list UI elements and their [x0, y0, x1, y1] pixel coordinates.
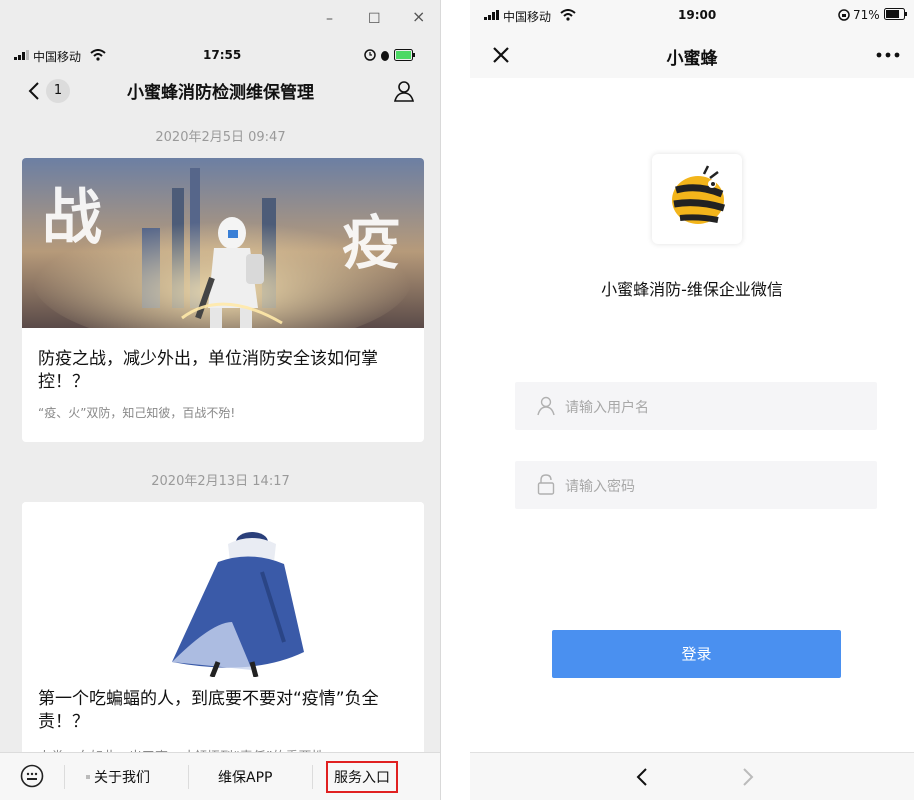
cover-char-yi: 疫 — [342, 209, 400, 277]
submenu-dot-icon — [86, 775, 90, 779]
bee-icon — [672, 165, 726, 224]
article-card[interactable]: 战 疫 防疫之战，减少外出，单位消防安全该如何掌控！？ “疫、火”双防，知己知彼… — [22, 158, 424, 442]
battery-icon — [884, 8, 907, 20]
lock-icon — [537, 474, 555, 495]
article-title[interactable]: 防疫之战，减少外出，单位消防安全该如何掌控！？ — [38, 348, 410, 394]
status-time: 19:00 — [678, 8, 717, 22]
battery-icon — [394, 49, 415, 61]
app-logo — [652, 154, 742, 244]
login-window: 中国移动 19:00 71% 小蜜蜂 小蜜蜂消防-维保企业微信 请输入用户名 请… — [470, 0, 914, 800]
window-titlebar: – ☐ × — [0, 0, 440, 38]
login-button[interactable]: 登录 — [552, 630, 841, 678]
username-field[interactable]: 请输入用户名 — [515, 382, 877, 430]
menu-item-service-entry[interactable]: 服务入口 — [326, 761, 398, 793]
article-card[interactable]: 第一个吃蝙蝠的人，到底要不要对“疫情”负全责！？ 人类一向如此，出了事，才领悟到… — [22, 502, 424, 762]
timestamp: 2020年2月5日 09:47 — [155, 130, 286, 145]
maximize-button[interactable]: ☐ — [368, 12, 381, 26]
bug-icon — [381, 51, 389, 61]
carrier-label: 中国移动 — [33, 50, 82, 64]
minimize-button[interactable]: – — [326, 12, 333, 26]
username-placeholder: 请输入用户名 — [565, 400, 649, 416]
account-menu-bar: 关于我们 维保APP 服务入口 — [0, 752, 440, 800]
cover-char-zhan: 战 — [42, 183, 102, 253]
menu-item-about-us[interactable]: 关于我们 — [94, 767, 150, 787]
password-field[interactable]: 请输入密码 — [515, 461, 877, 509]
timestamp: 2020年2月13日 14:17 — [151, 474, 290, 489]
signal-icon — [14, 50, 29, 60]
battery-percent: 71% — [853, 8, 880, 22]
user-icon — [537, 396, 555, 416]
article-summary: “疫、火”双防，知己知彼，百战不殆! — [38, 406, 236, 420]
signal-icon — [484, 10, 499, 20]
article-title[interactable]: 第一个吃蝙蝠的人，到底要不要对“疫情”负全责！？ — [38, 688, 410, 734]
page-title: 小蜜蜂消防检测维保管理 — [127, 83, 314, 103]
menu-item-maintenance-app[interactable]: 维保APP — [218, 767, 272, 787]
keyboard-icon[interactable] — [20, 764, 44, 788]
more-options-icon[interactable] — [876, 52, 900, 58]
password-placeholder: 请输入密码 — [565, 479, 635, 495]
back-chevron-icon[interactable] — [636, 768, 648, 786]
forward-chevron-icon[interactable] — [742, 768, 754, 786]
article-cover-image: 战 疫 — [22, 158, 424, 328]
wechat-account-window: – ☐ × 中国移动 17:55 1 小蜜蜂消防检测维保管理 2020年2月5日… — [0, 0, 441, 800]
top-bar: 中国移动 19:00 71% 小蜜蜂 — [470, 0, 914, 78]
lock-rotation-icon — [838, 9, 850, 21]
profile-icon[interactable] — [393, 80, 415, 102]
close-window-button[interactable]: × — [412, 9, 425, 25]
browser-toolbar — [470, 752, 914, 800]
alarm-icon — [364, 49, 376, 61]
carrier-label: 中国移动 — [503, 10, 552, 24]
wifi-icon — [560, 9, 576, 21]
status-bar: 中国移动 17:55 — [0, 46, 440, 70]
nav-bar: 1 小蜜蜂消防检测维保管理 — [0, 72, 440, 112]
page-title: 小蜜蜂 — [666, 49, 718, 69]
wifi-icon — [90, 49, 106, 61]
status-time: 17:55 — [203, 48, 242, 62]
article-cover-image — [22, 502, 424, 677]
app-name: 小蜜蜂消防-维保企业微信 — [601, 280, 783, 299]
